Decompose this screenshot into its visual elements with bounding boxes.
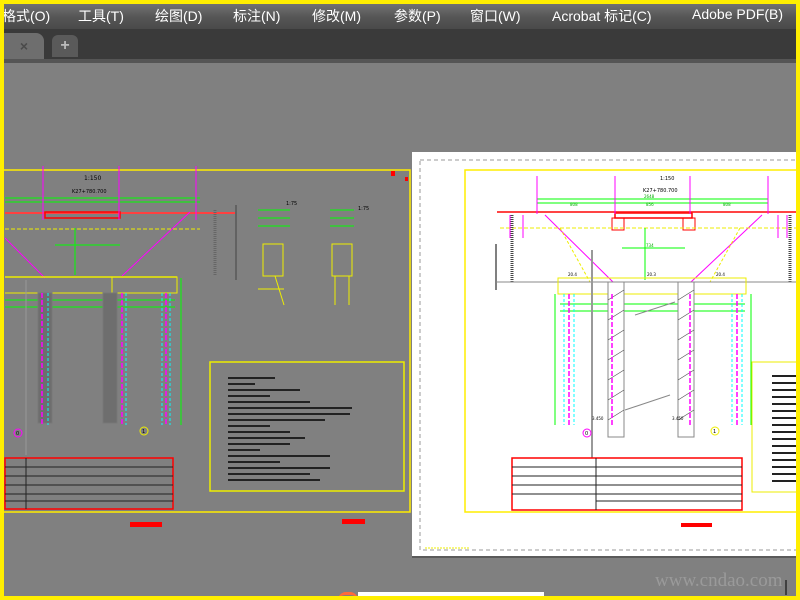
left-station: K27+780.700 (72, 189, 107, 195)
left-sheet: 0 1 1:150 K27+780.700 1:75 1:75 (1, 166, 411, 527)
red-marker (391, 171, 395, 176)
data-table (511, 457, 743, 511)
dim-right: 808 (723, 202, 731, 207)
left-axis-1-label: 1 (142, 429, 145, 435)
dim-mid: 856 (646, 202, 654, 207)
detail-scale-1: 1:75 (286, 201, 297, 207)
elev-right: 20.4 (716, 272, 725, 277)
level-left: 3.450 (592, 416, 604, 421)
level-right: 3.450 (672, 416, 684, 421)
taskbar-icon[interactable] (338, 592, 358, 600)
elev-left: 20.4 (568, 272, 577, 277)
left-axis-0-label: 0 (16, 431, 19, 437)
dim-inner: 734 (646, 243, 654, 248)
left-sheet-border (1, 169, 411, 513)
watermark: www.cndao.com (655, 570, 783, 591)
notes-box (751, 361, 800, 493)
red-marker (405, 177, 408, 181)
right-sheet: 0 1 1:150 K27+780.700 2648 808 856 808 7… (419, 159, 800, 595)
horizontal-scrollbar[interactable] (358, 592, 544, 600)
axis-1-label: 1 (713, 429, 716, 435)
right-elevation-scale: 1:150 (660, 176, 674, 182)
cad-drawing: 0 1 1:150 K27+780.700 1:75 1:75 0 1 1:15… (1, 159, 800, 595)
red-marker (681, 523, 712, 527)
dim-total: 2648 (644, 194, 655, 199)
dim-left: 808 (570, 202, 578, 207)
detail-scale-2: 1:75 (358, 206, 369, 212)
left-elevation-scale: 1:150 (84, 175, 101, 182)
red-marker (342, 519, 365, 524)
red-marker (130, 522, 162, 527)
elev-mid: 20.3 (647, 272, 656, 277)
axis-0-label: 0 (585, 431, 588, 437)
